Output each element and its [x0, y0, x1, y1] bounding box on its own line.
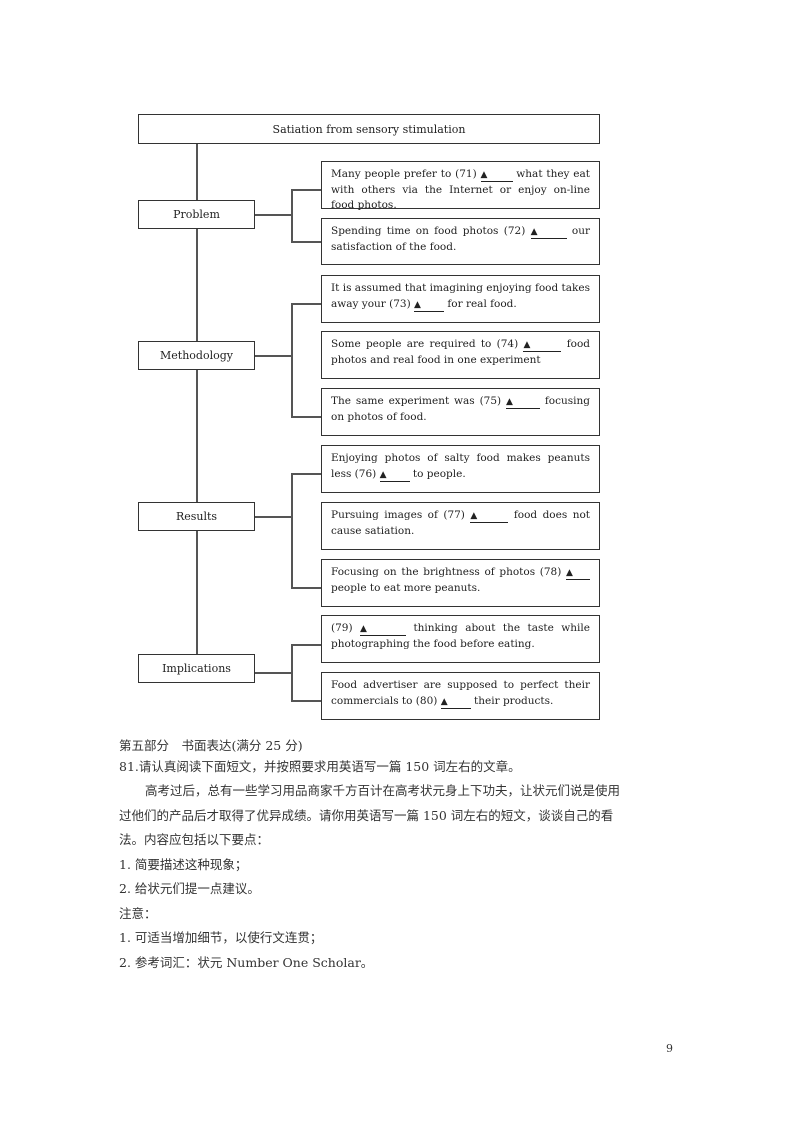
- prompt-line-2: 过他们的产品后才取得了优异成绩。请你用英语写一篇 150 词左右的短文，谈谈自己…: [119, 807, 614, 823]
- point-2: 2. 给状元们提一点建议。: [119, 881, 260, 896]
- category-label: Results: [175, 510, 218, 523]
- item-box-78: Focusing on the brightness of photos (78…: [321, 559, 600, 607]
- item-box-74: Some people are required to (74) ▲ food …: [321, 331, 600, 379]
- item-text: to people.: [409, 467, 466, 480]
- writing-section: 第五部分 书面表达(满分 25 分) 81.请认真阅读下面短文，并按照要求用英语…: [119, 737, 679, 975]
- connector: [291, 473, 321, 475]
- note-2: 2. 参考词汇：状元 Number One Scholar。: [119, 954, 374, 970]
- branch-line: [291, 473, 293, 588]
- branch-line: [291, 303, 293, 417]
- item-text: The same experiment was (75): [331, 395, 507, 407]
- prompt-line-1: 高考过后，总有一些学习用品商家千方百计在高考状元身上下功夫，让状元们说是使用: [145, 783, 621, 798]
- connector: [255, 672, 292, 674]
- answer-blank-76[interactable]: ▲: [379, 470, 410, 482]
- item-box-73: It is assumed that imagining enjoying fo…: [321, 275, 600, 323]
- notes-label: 注意：: [119, 905, 157, 921]
- connector: [291, 644, 321, 646]
- item-text: their products.: [470, 694, 554, 707]
- item-text: Pursuing images of (77): [331, 509, 471, 521]
- item-text: people to eat more peanuts.: [331, 581, 481, 594]
- connector: [291, 416, 321, 418]
- point-1: 1. 简要描述这种现象；: [119, 856, 248, 872]
- prompt-line-3: 法。内容应包括以下要点：: [119, 832, 270, 847]
- branch-line: [291, 189, 293, 242]
- category-implications: Implications: [138, 654, 255, 683]
- connector: [291, 241, 321, 243]
- item-box-77: Pursuing images of (77) ▲ food does not …: [321, 502, 600, 550]
- item-text: for real food.: [444, 297, 517, 310]
- note-1: 1. 可适当增加细节，以使行文连贯；: [119, 930, 323, 945]
- answer-blank-77[interactable]: ▲: [470, 511, 509, 523]
- item-box-80: Food advertiser are supposed to perfect …: [321, 672, 600, 720]
- answer-blank-71[interactable]: ▲: [480, 170, 513, 182]
- connector: [291, 189, 321, 191]
- branch-line: [291, 644, 293, 701]
- page-number: 9: [666, 1042, 673, 1055]
- answer-blank-74[interactable]: ▲: [523, 340, 562, 352]
- item-text: Spending time on food photos (72): [331, 225, 531, 237]
- item-text: Some people are required to (74): [331, 338, 524, 350]
- connector: [255, 516, 292, 518]
- item-box-72: Spending time on food photos (72) ▲ our …: [321, 218, 600, 265]
- category-methodology: Methodology: [138, 341, 255, 370]
- answer-blank-79[interactable]: ▲: [360, 624, 406, 636]
- answer-blank-78[interactable]: ▲: [566, 568, 590, 580]
- item-box-79: (79) ▲ thinking about the taste while ph…: [321, 615, 600, 663]
- answer-blank-72[interactable]: ▲: [530, 227, 567, 239]
- connector: [291, 700, 321, 702]
- item-box-75: The same experiment was (75) ▲ focusing …: [321, 388, 600, 436]
- diagram-title-box: Satiation from sensory stimulation: [138, 114, 600, 144]
- answer-blank-80[interactable]: ▲: [440, 697, 471, 709]
- answer-blank-73[interactable]: ▲: [414, 300, 445, 312]
- answer-blank-75[interactable]: ▲: [506, 397, 541, 409]
- item-box-71: Many people prefer to (71) ▲ what they e…: [321, 161, 600, 211]
- connector: [255, 355, 292, 357]
- category-label: Problem: [173, 208, 220, 221]
- item-text: Focusing on the brightness of photos (78…: [331, 566, 566, 578]
- connector: [291, 303, 321, 305]
- category-results: Results: [138, 502, 255, 531]
- item-text: (79): [331, 622, 360, 634]
- question-81: 81.请认真阅读下面短文，并按照要求用英语写一篇 150 词左右的文章。: [119, 759, 521, 774]
- diagram-title: Satiation from sensory stimulation: [272, 122, 466, 136]
- item-text: Many people prefer to (71): [331, 168, 481, 180]
- section-heading: 第五部分 书面表达(满分 25 分): [119, 738, 303, 753]
- category-label: Implications: [162, 662, 231, 675]
- connector: [255, 214, 292, 216]
- connector: [291, 587, 321, 589]
- category-label: Methodology: [160, 349, 233, 362]
- category-problem: Problem: [138, 200, 255, 229]
- item-box-76: Enjoying photos of salty food makes pean…: [321, 445, 600, 493]
